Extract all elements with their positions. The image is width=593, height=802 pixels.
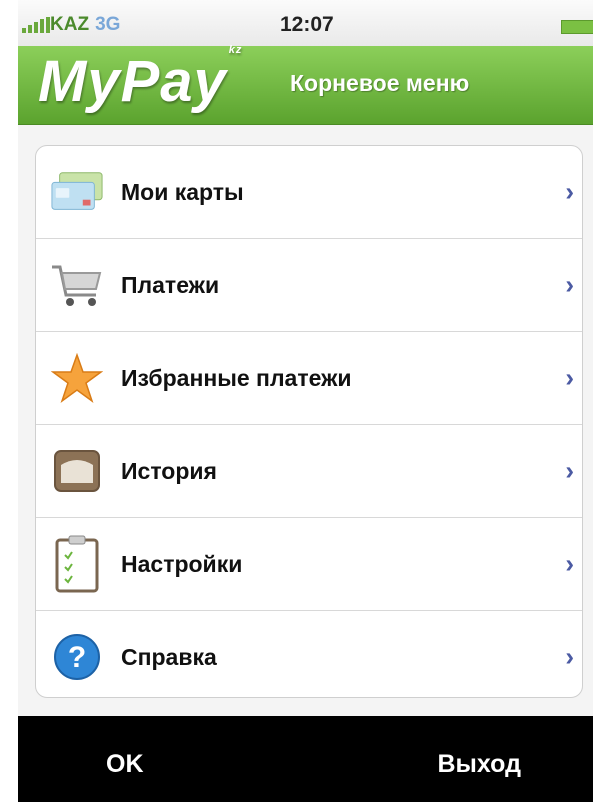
logo-suffix: kz [228, 43, 243, 56]
menu-item-settings[interactable]: Настройки › [36, 518, 582, 611]
status-time: 12:07 [280, 13, 334, 36]
menu-item-favorite-payments[interactable]: Избранные платежи › [36, 332, 582, 425]
battery-icon [561, 20, 593, 34]
page-title: Корневое меню [290, 70, 470, 96]
help-icon: ? [50, 630, 104, 684]
menu-item-history[interactable]: История › [36, 425, 582, 518]
chevron-right-icon: › [565, 176, 574, 207]
carrier-name: KAZ [50, 14, 90, 35]
root-menu: Мои карты › Платежи › Избранные платежи … [35, 145, 583, 698]
menu-item-payments[interactable]: Платежи › [36, 239, 582, 332]
app-header: MyPay kz Корневое меню [18, 44, 593, 125]
menu-item-label: Избранные платежи [121, 364, 352, 391]
chevron-right-icon: › [565, 269, 574, 300]
star-icon [50, 351, 104, 405]
chevron-right-icon: › [565, 548, 574, 579]
signal-icon [22, 17, 50, 33]
menu-item-help[interactable]: ? Справка › [36, 611, 582, 697]
chevron-right-icon: › [565, 641, 574, 672]
softkey-bar: OK Выход [18, 716, 593, 802]
svg-text:?: ? [68, 641, 86, 674]
carrier-label: KAZ 3G [50, 14, 120, 36]
menu-item-label: Справка [121, 643, 217, 670]
cards-icon [50, 165, 104, 219]
network-type: 3G [95, 14, 121, 35]
app-logo: MyPay kz [38, 44, 242, 115]
menu-item-label: Платежи [121, 271, 220, 298]
history-box-icon [50, 444, 104, 498]
menu-item-my-cards[interactable]: Мои карты › [36, 146, 582, 239]
phone-screen: KAZ 3G 12:07 MyPay kz Корневое меню Мои ка… [18, 0, 593, 802]
ok-button[interactable]: OK [106, 750, 144, 779]
exit-button[interactable]: Выход [438, 750, 522, 779]
menu-item-label: Мои карты [121, 178, 244, 205]
chevron-right-icon: › [565, 455, 574, 486]
logo-text: MyPay [38, 49, 227, 114]
status-bar: KAZ 3G 12:07 [18, 0, 593, 46]
chevron-right-icon: › [565, 362, 574, 393]
clipboard-icon [50, 535, 104, 593]
shopping-cart-icon [50, 258, 104, 312]
menu-item-label: Настройки [121, 550, 243, 577]
menu-item-label: История [121, 457, 217, 484]
